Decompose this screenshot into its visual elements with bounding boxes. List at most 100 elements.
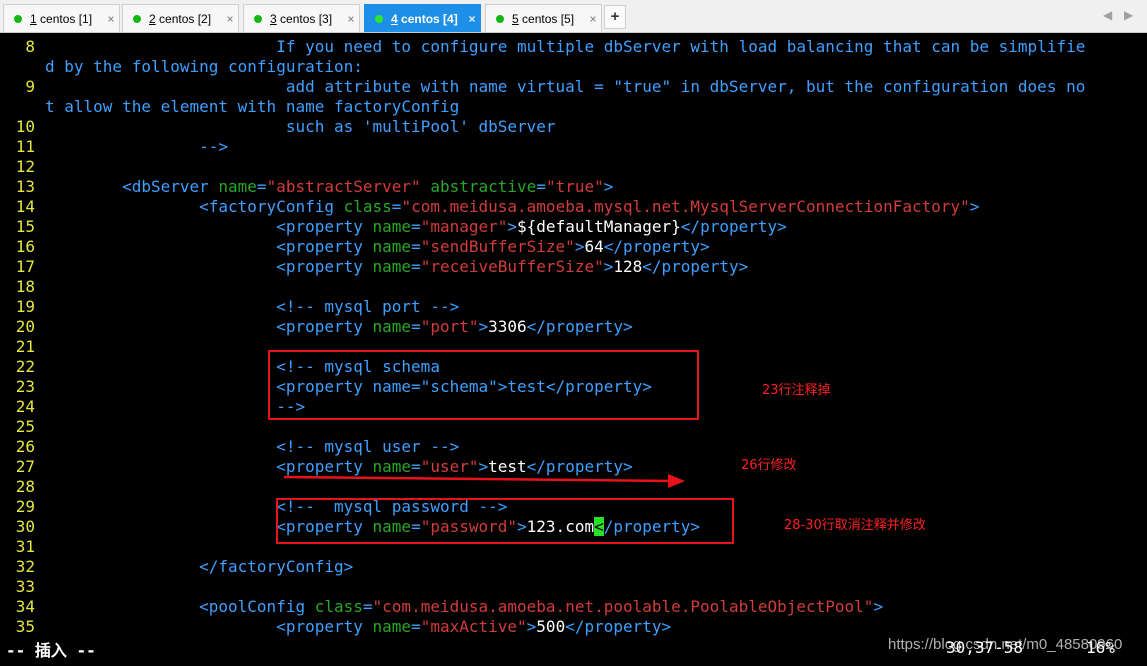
session-status-icon xyxy=(375,14,383,23)
code-token: > xyxy=(478,317,489,336)
code-token: 3306 xyxy=(488,317,527,336)
tab-centos-3[interactable]: 3 centos [3] × xyxy=(243,4,360,32)
code-token: > xyxy=(603,257,614,276)
annotation-box-password xyxy=(276,498,734,544)
code-token: class xyxy=(314,597,363,616)
new-tab-button[interactable]: + xyxy=(604,5,626,29)
line-code: t allow the element with name factoryCon… xyxy=(45,97,459,117)
code-token: If you need to configure multiple dbServ… xyxy=(45,37,1086,56)
code-line: 13 <dbServer name="abstractServer" abstr… xyxy=(0,177,1147,197)
code-line: 15 <property name="manager">${defaultMan… xyxy=(0,217,1147,237)
code-token: = xyxy=(411,217,421,236)
code-token: = xyxy=(536,177,546,196)
line-code: <property name="port">3306</property> xyxy=(45,317,633,337)
line-code: <property name="manager">${defaultManage… xyxy=(45,217,787,237)
code-line: d by the following configuration: xyxy=(0,57,1147,77)
code-token: d by the following configuration: xyxy=(45,57,363,76)
tab-title: centos [3] xyxy=(276,11,333,26)
close-tab-icon[interactable]: × xyxy=(585,12,601,26)
code-token: <property xyxy=(276,217,373,236)
session-status-icon xyxy=(496,14,504,23)
code-token: <property xyxy=(276,237,373,256)
scrollbar[interactable] xyxy=(1137,66,1147,666)
tab-title: centos [2] xyxy=(155,11,212,26)
line-code: <!-- mysql port --> xyxy=(45,297,459,317)
tab-number: 2 xyxy=(149,11,156,26)
line-code: <poolConfig class="com.meidusa.amoeba.ne… xyxy=(45,597,883,617)
line-number: 19 xyxy=(15,297,35,316)
code-line: 33 xyxy=(0,577,1147,597)
tab-centos-1[interactable]: 1 centos [1] × xyxy=(3,4,120,32)
code-token: "true" xyxy=(545,177,604,196)
line-code: <!-- mysql user --> xyxy=(45,437,459,457)
close-tab-icon[interactable]: × xyxy=(464,12,480,26)
tab-number: 1 xyxy=(30,11,37,26)
tab-label: 1 centos [1] xyxy=(30,12,103,26)
code-token: <property xyxy=(276,257,373,276)
line-number: 23 xyxy=(15,377,35,396)
code-token: 64 xyxy=(584,237,604,256)
line-number: 30 xyxy=(15,517,35,536)
code-token: t allow the element with name factoryCon… xyxy=(45,97,460,116)
tab-title: centos [4] xyxy=(397,11,458,26)
code-token: </factoryConfig> xyxy=(199,557,354,576)
line-code: If you need to configure multiple dbServ… xyxy=(45,37,1085,57)
annotation-note-line28-30: 28-30行取消注释并修改 xyxy=(784,518,926,533)
terminal-editor[interactable]: 8 If you need to configure multiple dbSe… xyxy=(0,33,1147,666)
code-line: 8 If you need to configure multiple dbSe… xyxy=(0,37,1147,57)
line-number: 15 xyxy=(15,217,35,236)
line-number: 32 xyxy=(15,557,35,576)
session-status-icon xyxy=(14,14,22,23)
close-tab-icon[interactable]: × xyxy=(103,12,119,26)
code-line: 18 xyxy=(0,277,1147,297)
code-token: "manager" xyxy=(420,217,508,236)
code-token: name xyxy=(372,237,412,256)
close-tab-icon[interactable]: × xyxy=(222,12,238,26)
tab-scroll-right-icon[interactable]: ▶ xyxy=(1124,8,1133,22)
line-number: 27 xyxy=(15,457,35,476)
code-token: <property xyxy=(276,317,373,336)
code-line: 25 xyxy=(0,417,1147,437)
code-token: > xyxy=(603,177,614,196)
line-code: </factoryConfig> xyxy=(45,557,353,577)
line-number: 13 xyxy=(15,177,35,196)
tab-title: centos [1] xyxy=(36,11,93,26)
code-token: = xyxy=(391,197,402,216)
code-line: 26 <!-- mysql user --> xyxy=(0,437,1147,457)
tab-centos-2[interactable]: 2 centos [2] × xyxy=(122,4,239,32)
code-token: = xyxy=(362,597,373,616)
code-token: > xyxy=(526,617,537,636)
line-number: 12 xyxy=(15,157,35,176)
line-code: <property name="receiveBufferSize">128</… xyxy=(45,257,748,277)
tab-centos-4[interactable]: 4 centos [4] × xyxy=(364,4,481,32)
line-number: 17 xyxy=(15,257,35,276)
tab-scroll-left-icon[interactable]: ◀ xyxy=(1103,8,1112,22)
code-token: "port" xyxy=(420,317,479,336)
tab-centos-5[interactable]: 5 centos [5] × xyxy=(485,4,602,32)
annotation-note-line26: 26行修改 xyxy=(741,458,797,473)
line-code: <factoryConfig class="com.meidusa.amoeba… xyxy=(45,197,979,217)
code-token: 128 xyxy=(613,257,643,276)
code-line: 10 such as 'multiPool' dbServer xyxy=(0,117,1147,137)
close-tab-icon[interactable]: × xyxy=(343,12,359,26)
line-number: 22 xyxy=(15,357,35,376)
code-token: "com.meidusa.amoeba.mysql.net.MysqlServe… xyxy=(401,197,970,216)
code-token: <dbServer xyxy=(122,177,219,196)
code-line: 19 <!-- mysql port --> xyxy=(0,297,1147,317)
annotation-box-schema xyxy=(268,350,699,420)
code-line: t allow the element with name factoryCon… xyxy=(0,97,1147,117)
code-token: = xyxy=(411,617,421,636)
line-code: --> xyxy=(45,137,228,157)
code-token: </property> xyxy=(526,317,633,336)
tab-label: 3 centos [3] xyxy=(270,12,343,26)
annotation-arrow xyxy=(283,474,685,488)
line-number: 35 xyxy=(15,617,35,636)
tab-number: 3 xyxy=(270,11,277,26)
code-token: > xyxy=(873,597,884,616)
